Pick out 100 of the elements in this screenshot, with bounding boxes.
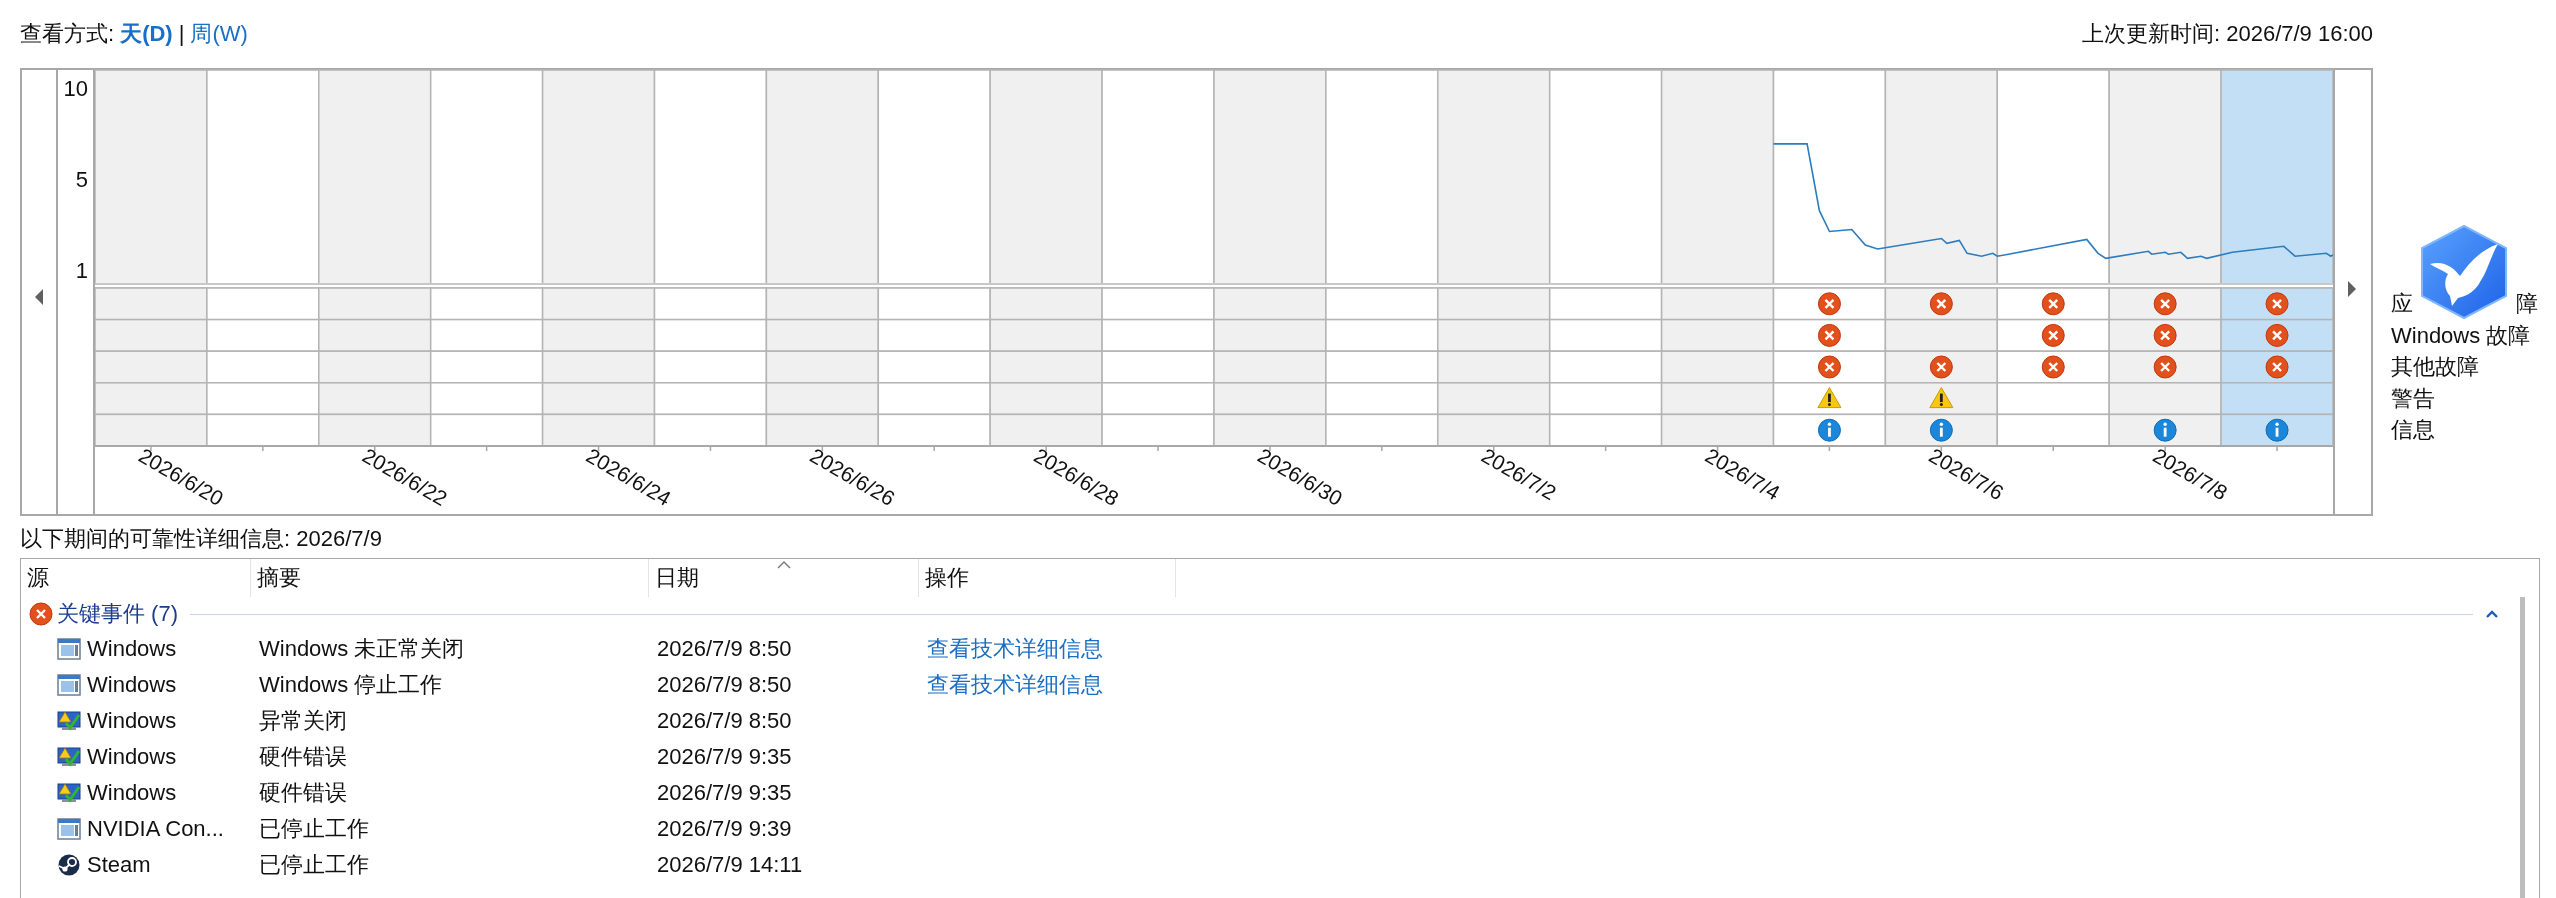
event-cell[interactable] bbox=[206, 287, 320, 321]
event-cell[interactable] bbox=[1660, 350, 1775, 384]
event-cell[interactable] bbox=[206, 382, 320, 416]
day-column[interactable] bbox=[1101, 69, 1215, 285]
event-cell[interactable] bbox=[2108, 382, 2222, 416]
error-icon[interactable] bbox=[2041, 292, 2065, 316]
error-icon[interactable] bbox=[2041, 355, 2065, 379]
event-cell[interactable] bbox=[1660, 318, 1775, 352]
day-column[interactable] bbox=[1772, 69, 1887, 285]
event-cell[interactable] bbox=[429, 350, 544, 384]
collapse-caret-icon[interactable] bbox=[2485, 609, 2499, 619]
error-icon[interactable] bbox=[2153, 292, 2177, 316]
error-icon[interactable] bbox=[1817, 355, 1841, 379]
info-icon[interactable] bbox=[2265, 418, 2289, 442]
error-icon[interactable] bbox=[1817, 292, 1841, 316]
event-cell[interactable] bbox=[1325, 287, 1439, 321]
event-cell[interactable] bbox=[541, 287, 656, 321]
event-cell[interactable] bbox=[429, 382, 544, 416]
details-link[interactable]: 查看技术详细信息 bbox=[927, 636, 1103, 661]
event-cell[interactable] bbox=[1325, 413, 1439, 447]
event-cell[interactable] bbox=[653, 350, 768, 384]
day-column[interactable] bbox=[653, 69, 768, 285]
event-cell[interactable] bbox=[989, 287, 1103, 321]
event-cell[interactable] bbox=[765, 382, 880, 416]
view-mode-link[interactable]: 周(W) bbox=[190, 19, 248, 49]
event-cell[interactable] bbox=[1325, 382, 1439, 416]
event-cell[interactable] bbox=[1437, 287, 1551, 321]
group-header[interactable]: 关键事件 (7) bbox=[57, 599, 178, 629]
event-cell[interactable] bbox=[94, 287, 208, 321]
event-cell[interactable] bbox=[1437, 350, 1551, 384]
event-cell[interactable] bbox=[765, 350, 880, 384]
event-cell[interactable] bbox=[206, 350, 320, 384]
event-cell[interactable] bbox=[541, 318, 656, 352]
event-cell[interactable] bbox=[1213, 382, 1327, 416]
event-cell[interactable] bbox=[989, 382, 1103, 416]
day-column[interactable] bbox=[1996, 69, 2110, 285]
event-cell[interactable] bbox=[1996, 382, 2110, 416]
day-column[interactable] bbox=[877, 69, 991, 285]
event-cell[interactable] bbox=[1884, 382, 1999, 416]
event-cell[interactable] bbox=[1213, 287, 1327, 321]
column-header[interactable]: 源 bbox=[21, 559, 251, 597]
event-cell[interactable] bbox=[765, 287, 880, 321]
error-icon[interactable] bbox=[2265, 292, 2289, 316]
event-cell[interactable] bbox=[877, 350, 991, 384]
event-cell[interactable] bbox=[1548, 382, 1663, 416]
day-column[interactable] bbox=[765, 69, 880, 285]
day-column[interactable] bbox=[1437, 69, 1551, 285]
event-cell[interactable] bbox=[318, 350, 432, 384]
column-header[interactable]: 日期 bbox=[649, 559, 919, 597]
event-cell[interactable] bbox=[1772, 382, 1887, 416]
event-cell[interactable] bbox=[94, 318, 208, 352]
column-header[interactable]: 操作 bbox=[919, 559, 1176, 597]
event-cell[interactable] bbox=[653, 318, 768, 352]
column-header[interactable]: 摘要 bbox=[251, 559, 649, 597]
day-column[interactable] bbox=[1213, 69, 1327, 285]
event-cell[interactable] bbox=[1213, 318, 1327, 352]
event-cell[interactable] bbox=[429, 318, 544, 352]
event-cell[interactable] bbox=[1101, 382, 1215, 416]
event-cell[interactable] bbox=[989, 413, 1103, 447]
day-column[interactable] bbox=[429, 69, 544, 285]
event-cell[interactable] bbox=[989, 350, 1103, 384]
day-column[interactable] bbox=[1325, 69, 1439, 285]
info-icon[interactable] bbox=[1929, 418, 1953, 442]
event-cell[interactable] bbox=[1884, 318, 1999, 352]
event-cell[interactable] bbox=[1325, 318, 1439, 352]
event-cell[interactable] bbox=[1213, 413, 1327, 447]
event-cell[interactable] bbox=[318, 413, 432, 447]
event-cell[interactable] bbox=[877, 382, 991, 416]
details-link[interactable]: 查看技术详细信息 bbox=[927, 672, 1103, 697]
event-cell[interactable] bbox=[1101, 318, 1215, 352]
event-cell[interactable] bbox=[877, 287, 991, 321]
event-cell[interactable] bbox=[1660, 382, 1775, 416]
event-cell[interactable] bbox=[1213, 350, 1327, 384]
event-cell[interactable] bbox=[206, 318, 320, 352]
event-cell[interactable] bbox=[1548, 350, 1663, 384]
warning-icon[interactable] bbox=[1929, 387, 1954, 409]
error-icon[interactable] bbox=[2265, 323, 2289, 347]
event-cell[interactable] bbox=[1548, 413, 1663, 447]
event-cell[interactable] bbox=[94, 382, 208, 416]
error-icon[interactable] bbox=[2153, 355, 2177, 379]
day-column[interactable] bbox=[206, 69, 320, 285]
event-cell[interactable] bbox=[653, 413, 768, 447]
event-cell[interactable] bbox=[1660, 287, 1775, 321]
event-cell[interactable] bbox=[1101, 350, 1215, 384]
event-cell[interactable] bbox=[541, 413, 656, 447]
day-column[interactable] bbox=[1660, 69, 1775, 285]
event-cell[interactable] bbox=[541, 350, 656, 384]
event-cell[interactable] bbox=[94, 413, 208, 447]
day-column[interactable] bbox=[2220, 69, 2334, 285]
error-icon[interactable] bbox=[1929, 355, 1953, 379]
event-cell[interactable] bbox=[1548, 287, 1663, 321]
error-icon[interactable] bbox=[2265, 355, 2289, 379]
event-cell[interactable] bbox=[1660, 413, 1775, 447]
event-cell[interactable] bbox=[318, 318, 432, 352]
event-cell[interactable] bbox=[318, 287, 432, 321]
scrollbar[interactable] bbox=[2520, 597, 2525, 898]
event-cell[interactable] bbox=[1101, 287, 1215, 321]
event-cell[interactable] bbox=[429, 287, 544, 321]
error-icon[interactable] bbox=[1929, 292, 1953, 316]
event-cell[interactable] bbox=[1437, 318, 1551, 352]
